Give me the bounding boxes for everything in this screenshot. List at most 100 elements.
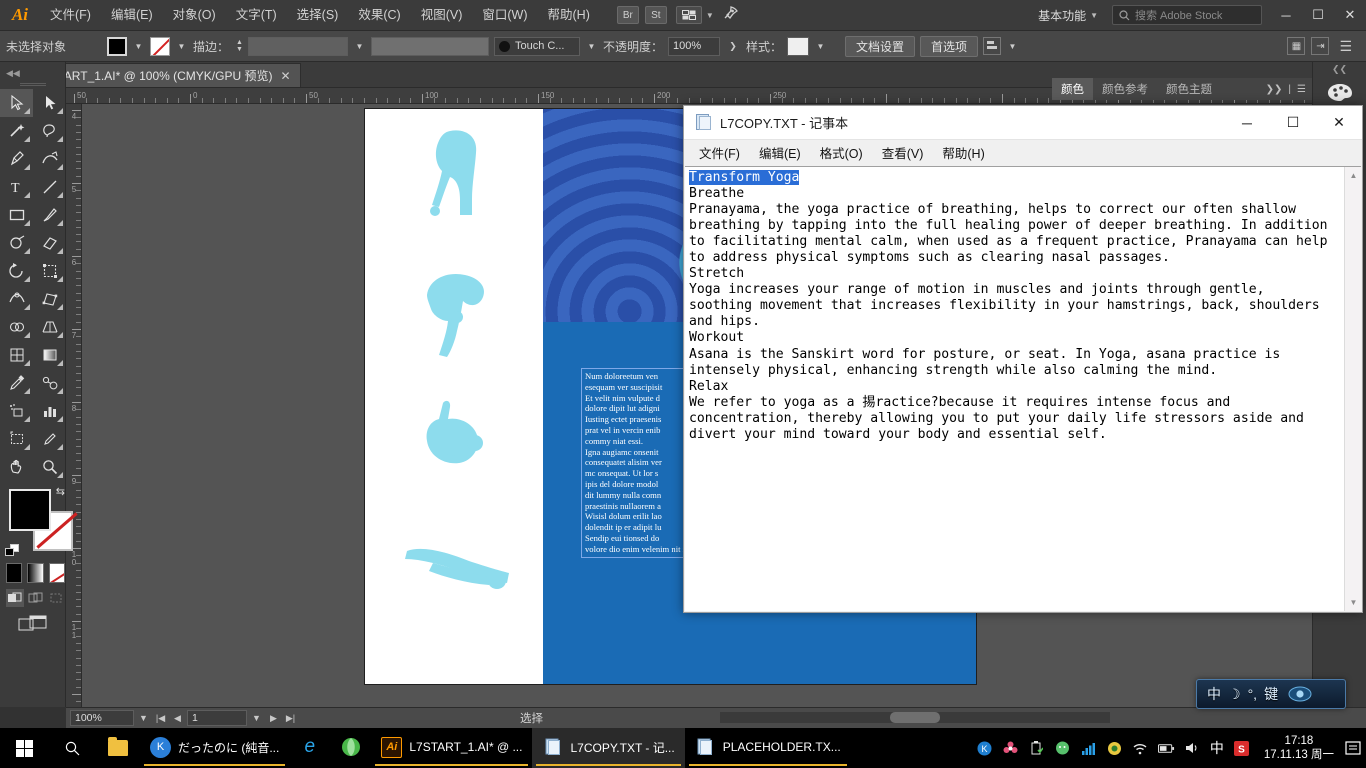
opacity-flyout-icon[interactable]: ❯ [725,37,741,56]
yoga-figure-3[interactable] [415,399,497,484]
horizontal-scrollbar[interactable] [720,712,1110,723]
align-icon[interactable] [983,37,1002,55]
taskbar-file-explorer-button[interactable] [96,728,140,768]
shape-builder-tool[interactable] [0,313,33,341]
start-button[interactable] [0,728,48,768]
notepad-menu-view[interactable]: 查看(V) [873,140,933,165]
menu-window[interactable]: 窗口(W) [472,0,537,31]
magic-wand-tool[interactable] [0,117,33,145]
perspective-grid-tool[interactable] [33,313,66,341]
column-graph-tool[interactable] [33,397,66,425]
ime-indicator[interactable]: 中 [1210,740,1224,757]
messenger-icon[interactable] [1054,740,1071,757]
ime-mode-label[interactable]: 中 [1207,684,1221,704]
swap-fill-stroke-icon[interactable]: ⇆ [56,485,65,498]
eyedropper-tool[interactable] [0,369,33,397]
previous-artboard-button[interactable]: ◀ [170,710,185,726]
signal-icon[interactable] [1080,740,1097,757]
notepad-menu-format[interactable]: 格式(O) [811,140,872,165]
scroll-down-icon[interactable]: ▼ [1345,594,1362,611]
ime-floating-bar[interactable]: 中 ☽ °, 键 [1196,679,1346,709]
blend-tool[interactable] [33,369,66,397]
notepad-maximize-button[interactable]: ☐ [1270,106,1316,139]
stroke-dropdown-caret-icon[interactable]: ▼ [175,36,188,56]
scale-tool[interactable] [33,257,66,285]
notepad-scrollbar[interactable]: ▲ ▼ [1344,167,1361,611]
workspace-switcher[interactable]: 基本功能 ▼ [1032,7,1104,24]
width-tool[interactable] [0,285,33,313]
shield-icon[interactable] [1106,740,1123,757]
draw-inside-button[interactable] [47,589,65,607]
flower-icon[interactable] [1002,740,1019,757]
menu-effect[interactable]: 效果(C) [348,0,410,31]
rectangle-tool[interactable] [0,201,33,229]
brush-definition-select[interactable]: Touch C... [493,36,580,56]
paintbrush-tool[interactable] [33,201,66,229]
menu-help[interactable]: 帮助(H) [538,0,600,31]
close-button[interactable]: ✕ [1334,0,1366,31]
vertical-ruler[interactable]: 4567891011 [66,104,82,707]
dock-collapse-icon[interactable]: ❮❮ [1313,62,1366,76]
align-caret-icon[interactable]: ▼ [1006,36,1020,56]
stroke-weight-caret-icon[interactable]: ▼ [352,36,366,56]
restore-button[interactable]: ☐ [1302,0,1334,31]
bridge-button[interactable]: Br [616,6,639,24]
tools-collapse-icon[interactable]: ◀◀ [0,66,65,80]
type-tool[interactable]: T [0,173,33,201]
horizontal-scrollbar-thumb[interactable] [890,712,940,723]
first-artboard-button[interactable]: |◀ [153,710,168,726]
taskbar-clock[interactable]: 17:18 17.11.13 周一 [1258,734,1340,762]
rocket-icon[interactable] [722,5,739,25]
none-mode-button[interactable] [48,563,65,583]
slice-tool[interactable] [33,425,66,453]
arrange-grid-icon[interactable]: ▦ [1287,37,1306,55]
stock-button[interactable]: St [644,6,667,24]
line-segment-tool[interactable] [33,173,66,201]
menu-edit[interactable]: 编辑(E) [101,0,163,31]
shaper-tool[interactable] [0,229,33,257]
fill-color-swatch[interactable] [107,36,127,56]
preferences-button[interactable]: 首选项 [920,35,979,57]
document-tab[interactable]: L7START_1.AI* @ 100% (CMYK/GPU 预览) ✕ [26,63,301,87]
gradient-tool[interactable] [33,341,66,369]
yoga-figure-2[interactable] [417,269,497,359]
notepad-window[interactable]: L7COPY.TXT - 记事本 ─ ☐ ✕ 文件(F) 编辑(E) 格式(O)… [683,105,1363,613]
brush-caret-icon[interactable]: ▼ [584,36,598,56]
arrange-documents-button[interactable] [675,6,702,24]
graphic-style-swatch[interactable] [786,36,809,56]
fill-color-indicator[interactable] [9,489,51,531]
kugou-tray-icon[interactable]: K [976,740,993,757]
rotate-tool[interactable] [0,257,33,285]
selection-tool[interactable] [0,89,33,117]
notepad-close-button[interactable]: ✕ [1316,106,1362,139]
pen-tool[interactable] [0,145,33,173]
notepad-menu-file[interactable]: 文件(F) [690,140,749,165]
usb-icon[interactable] [1028,740,1045,757]
notification-icon[interactable] [1340,728,1366,768]
close-tab-icon[interactable]: ✕ [280,69,290,83]
taskbar-item-edge[interactable]: e [289,728,330,768]
zoom-dropdown-icon[interactable]: ▼ [136,710,151,726]
curvature-tool[interactable] [33,145,66,173]
yoga-figure-1[interactable] [420,127,490,227]
eraser-tool[interactable] [33,229,66,257]
menu-file[interactable]: 文件(F) [40,0,101,31]
ime-moon-icon[interactable]: ☽ [1228,686,1241,703]
stroke-profile-field[interactable] [370,36,489,56]
artboard-dropdown-icon[interactable]: ▼ [249,710,264,726]
opacity-input[interactable]: 100% [667,36,720,56]
ime-keyboard-label[interactable]: 键 [1264,684,1278,704]
yoga-figure-4[interactable] [403,541,513,591]
symbol-sprayer-tool[interactable] [0,397,33,425]
gradient-mode-button[interactable] [27,563,44,583]
stroke-weight-field[interactable] [247,36,348,56]
color-mode-button[interactable] [6,563,23,583]
zoom-tool[interactable] [33,453,66,481]
next-artboard-button[interactable]: ▶ [266,710,281,726]
arrange-documents-caret-icon[interactable]: ▼ [706,11,714,20]
stock-search-input[interactable]: 搜索 Adobe Stock [1112,5,1262,25]
free-transform-tool[interactable] [33,285,66,313]
zoom-level-input[interactable]: 100% [70,710,134,726]
tab-color-guide[interactable]: 颜色参考 [1093,78,1157,100]
tools-panel-grip[interactable] [0,80,65,89]
